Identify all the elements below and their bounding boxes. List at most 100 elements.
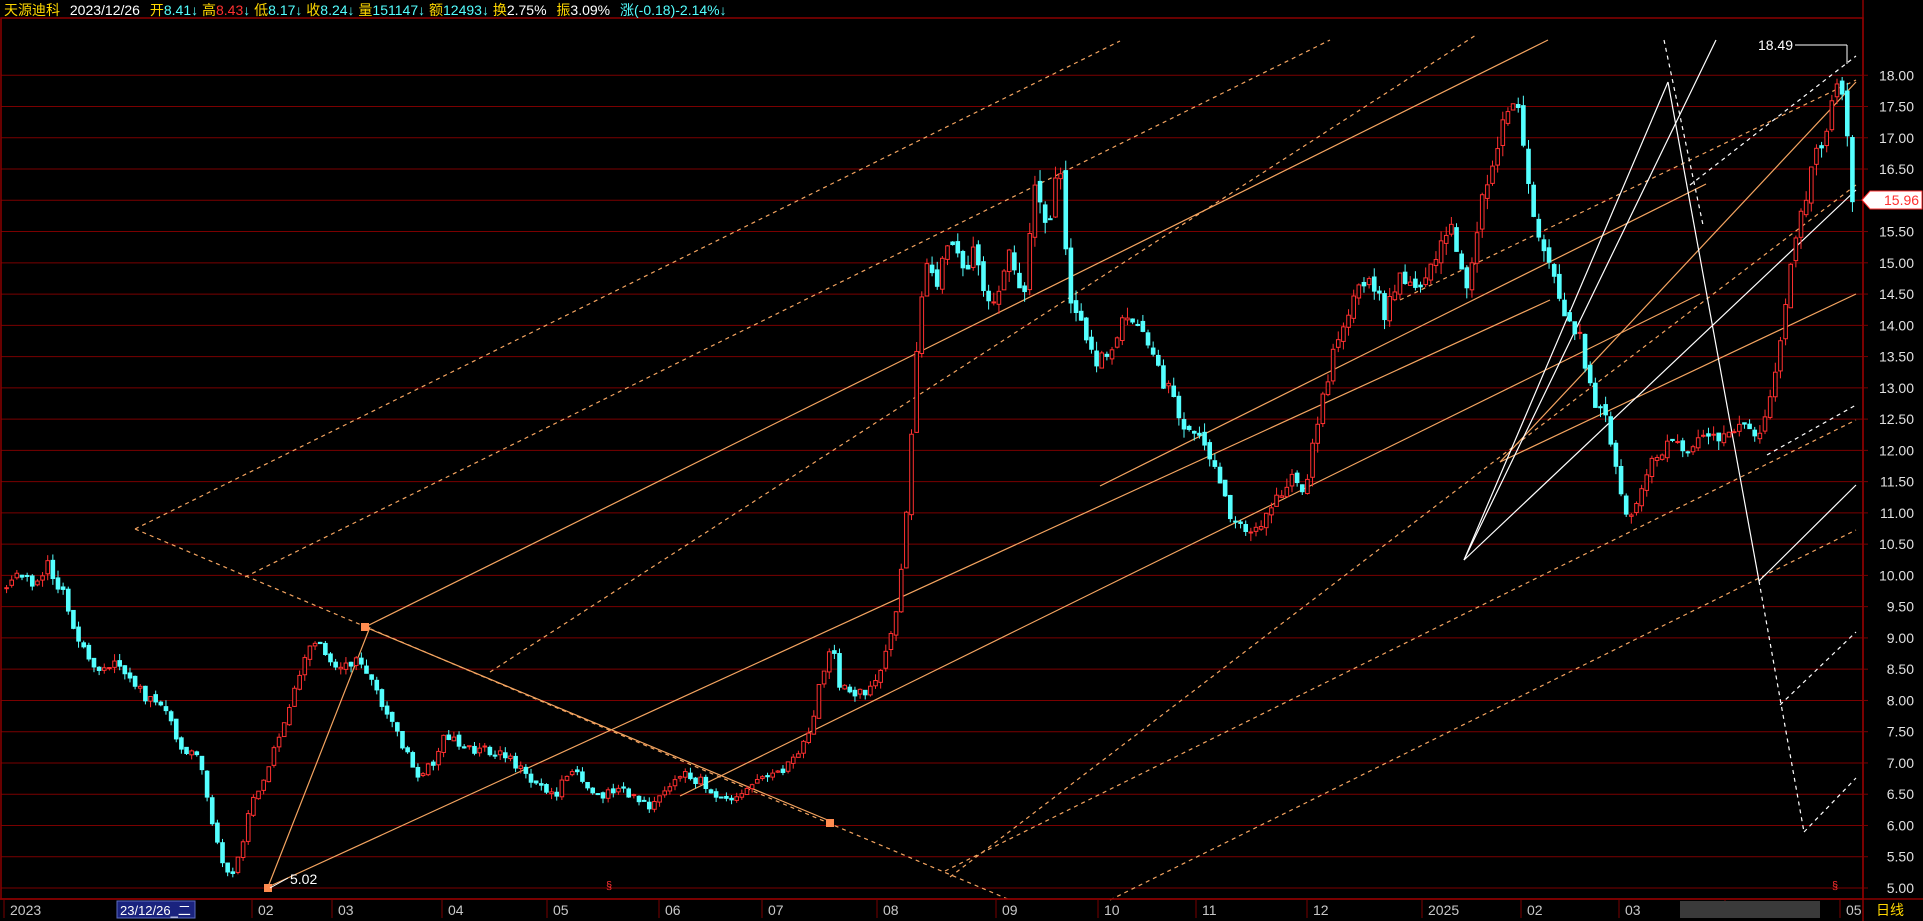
candle bbox=[1084, 316, 1089, 344]
volume-value: 151147 bbox=[372, 2, 418, 18]
candle bbox=[564, 775, 570, 782]
cursor-date-text: 23/12/26_二 bbox=[120, 903, 191, 918]
high-label: 高 bbox=[202, 2, 216, 18]
y-tick-label: 18.00 bbox=[1879, 67, 1914, 83]
y-tick-label: 14.00 bbox=[1879, 317, 1914, 333]
candle bbox=[1099, 350, 1105, 369]
x-tick-label: 10 bbox=[1104, 902, 1120, 918]
change-value: (-0.18)-2.14% bbox=[634, 2, 720, 18]
header-date: 2023/12/26 bbox=[70, 2, 140, 18]
candle bbox=[940, 255, 945, 294]
candle bbox=[924, 258, 930, 297]
candle bbox=[292, 685, 297, 708]
candle bbox=[323, 640, 328, 656]
candle bbox=[65, 586, 71, 615]
candle bbox=[595, 793, 601, 796]
y-tick-label: 7.50 bbox=[1887, 724, 1914, 740]
y-tick-label: 16.50 bbox=[1879, 161, 1914, 177]
y-tick-label: 9.00 bbox=[1887, 630, 1914, 646]
candle bbox=[1032, 175, 1038, 247]
down-arrow: ↓ bbox=[295, 2, 302, 18]
candle bbox=[256, 790, 261, 800]
amount-value: 12493 bbox=[443, 2, 482, 18]
candle bbox=[71, 609, 76, 630]
y-tick-label: 10.00 bbox=[1879, 567, 1914, 583]
candle bbox=[1587, 361, 1593, 386]
candle bbox=[842, 684, 847, 690]
candle bbox=[1510, 103, 1516, 111]
candle bbox=[904, 510, 909, 569]
candle bbox=[1320, 391, 1326, 428]
x-tick-label: 2025 bbox=[1428, 902, 1459, 918]
candle bbox=[1531, 181, 1536, 218]
y-tick-label: 12.00 bbox=[1879, 442, 1914, 458]
down-arrow: ↓ bbox=[720, 2, 727, 18]
x-tick-label: 02 bbox=[258, 902, 274, 918]
x-tick-label: 07 bbox=[768, 902, 784, 918]
y-tick-label: 15.00 bbox=[1879, 255, 1914, 271]
change-label: 涨 bbox=[620, 2, 634, 18]
candle bbox=[235, 856, 241, 875]
anchor-marker[interactable] bbox=[361, 623, 369, 631]
candle bbox=[1222, 479, 1228, 497]
y-tick-label: 17.00 bbox=[1879, 130, 1914, 146]
candle bbox=[266, 766, 272, 783]
volume-label: 量 bbox=[358, 2, 372, 18]
candle bbox=[271, 745, 277, 768]
y-tick-label: 13.50 bbox=[1879, 349, 1914, 365]
low-value: 8.17 bbox=[268, 2, 295, 18]
event-marker-icon[interactable]: § bbox=[1832, 880, 1838, 892]
x-tick-label: 06 bbox=[665, 902, 681, 918]
candle bbox=[410, 750, 416, 768]
candle bbox=[950, 241, 955, 246]
close-value: 8.24 bbox=[320, 2, 347, 18]
event-marker-icon[interactable]: § bbox=[606, 880, 612, 892]
candle bbox=[1120, 314, 1125, 346]
current-price-text: 15.96 bbox=[1884, 192, 1919, 208]
open-value: 8.41 bbox=[164, 2, 191, 18]
y-tick-label: 17.50 bbox=[1879, 99, 1914, 115]
x-tick-label: 04 bbox=[448, 902, 464, 918]
amplitude-value: 3.09% bbox=[570, 2, 610, 18]
candle bbox=[1114, 336, 1120, 349]
candle bbox=[251, 794, 256, 817]
candle bbox=[1829, 94, 1835, 132]
x-tick-label: 03 bbox=[338, 902, 354, 918]
candle bbox=[281, 722, 287, 738]
x-tick-label: 08 bbox=[883, 902, 899, 918]
close-label: 收 bbox=[306, 2, 320, 18]
candle bbox=[816, 684, 822, 719]
candle bbox=[317, 641, 323, 645]
candle bbox=[981, 256, 986, 297]
amount-label: 额 bbox=[429, 2, 443, 18]
low-annotation-text: 5.02 bbox=[290, 871, 317, 887]
candle bbox=[1783, 298, 1788, 346]
y-tick-label: 10.50 bbox=[1879, 536, 1914, 552]
candlestick-chart[interactable]: § § 天源迪科 2023/12/26 开8.41↓ 高8.43↓ 低8.17↓ … bbox=[0, 0, 1923, 921]
turnover-value: 2.75% bbox=[507, 2, 547, 18]
y-tick-label: 12.50 bbox=[1879, 411, 1914, 427]
open-label: 开 bbox=[150, 2, 164, 18]
cursor-date-tag: 23/12/26_二 bbox=[116, 900, 196, 919]
turnover-label: 换 bbox=[493, 2, 507, 18]
x-axis-highlight bbox=[1680, 901, 1820, 918]
candle bbox=[898, 563, 904, 613]
x-tick-label: 2023 bbox=[10, 902, 41, 918]
y-tick-label: 6.50 bbox=[1887, 786, 1914, 802]
low-label: 低 bbox=[254, 2, 268, 18]
x-tick-label: 12 bbox=[1313, 902, 1329, 918]
anchor-marker[interactable] bbox=[826, 819, 834, 827]
candle bbox=[1850, 135, 1855, 212]
current-price-tag: 15.96 bbox=[1861, 190, 1923, 210]
candle bbox=[1330, 343, 1336, 385]
y-tick-label: 11.00 bbox=[1880, 505, 1914, 521]
candle bbox=[1454, 223, 1459, 252]
candle bbox=[204, 770, 210, 802]
amplitude-label: 振 bbox=[556, 2, 570, 18]
candle bbox=[209, 794, 215, 826]
period-label[interactable]: 日线 bbox=[1876, 902, 1904, 918]
candle bbox=[1068, 238, 1074, 314]
candle bbox=[1623, 493, 1629, 517]
candle bbox=[708, 788, 714, 794]
down-arrow: ↓ bbox=[418, 2, 425, 18]
